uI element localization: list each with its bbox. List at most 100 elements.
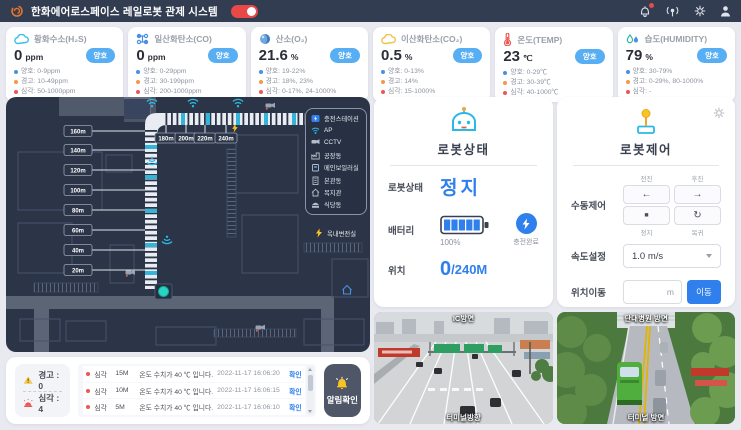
legend-item-charging: 충전스테이션 xyxy=(311,112,361,124)
alert-scrollbar[interactable] xyxy=(307,366,314,415)
confirm-link[interactable]: 확인 xyxy=(289,386,302,396)
svg-text:220m: 220m xyxy=(197,136,212,142)
battery-icon xyxy=(440,214,490,236)
move-row: 위치이동 m 이동 xyxy=(557,280,735,304)
cctv-scene-bus-road xyxy=(557,312,735,424)
scroll-up-arrow[interactable] xyxy=(308,368,312,371)
o2-sphere-icon xyxy=(259,33,271,45)
svg-text:200m: 200m xyxy=(178,136,193,142)
sensor-name: 산소(O₂) xyxy=(276,33,308,45)
camera-caption-bottom: 터미널방향 xyxy=(374,412,553,423)
battery-row: 배터리 100% 충전완료 xyxy=(374,213,553,247)
sensor-value: 23 xyxy=(503,48,520,65)
alert-confirm-button[interactable]: 알림확인 xyxy=(324,364,361,417)
severity-dot xyxy=(86,389,90,393)
forward-button[interactable]: ← xyxy=(623,185,670,204)
bell-icon[interactable] xyxy=(639,5,651,18)
sensor-value: 0.5 xyxy=(381,47,402,64)
scrollbar-thumb[interactable] xyxy=(308,375,313,391)
alert-list: 심각 15M 온도 수치가 40 ℃ 입니다. 2022-11-17 16:06… xyxy=(78,364,315,417)
forward-label: 전진 xyxy=(623,173,670,183)
charging-station-icon xyxy=(155,284,172,299)
meter-suffix: m xyxy=(667,287,674,297)
robot-icon xyxy=(446,106,482,136)
charge-status: 충전완료 xyxy=(513,237,539,247)
return-button[interactable]: ↻ xyxy=(674,206,721,225)
sensor-value: 0 xyxy=(136,47,144,64)
sensor-card-co: 일산화탄소(CO) 0ppm양호 양호: 0-29ppm 경고: 30-199p… xyxy=(128,27,245,102)
manual-control-row: 수동제어 전진 후진 ← → ■ ↻ 정지 복귀 xyxy=(557,173,735,237)
power-toggle[interactable] xyxy=(231,5,258,18)
legend-item-factory: 공장동 xyxy=(311,149,361,161)
status-badge: 양호 xyxy=(208,48,238,63)
gear-icon[interactable] xyxy=(694,5,706,17)
speed-select[interactable]: 1.0 m/s xyxy=(623,244,721,268)
substation-bolt-icon xyxy=(315,228,323,238)
alert-bar: 경고 : 0 심각 : 4 심각 15M 온도 수치가 40 ℃ 입니다. 20… xyxy=(6,357,370,424)
status-badge: 양호 xyxy=(86,48,116,63)
warning-triangle-icon xyxy=(23,375,33,385)
distance-markers-left: 160m 140m 120m 100m 80m 60m 40m 20m xyxy=(64,126,145,276)
cctv-scene-highway xyxy=(374,312,553,424)
joystick-icon xyxy=(631,106,661,136)
co-molecule-icon xyxy=(136,33,149,45)
alert-bell-icon xyxy=(334,375,350,391)
ap-legend-icon xyxy=(311,126,320,135)
severity-dot xyxy=(86,405,90,409)
app-root: 한화에어로스페이스 레일로봇 관제 시스템 황화수소(H₂S) 0ppm양호 양… xyxy=(0,0,741,430)
position-input[interactable] xyxy=(631,287,667,297)
co2-cloud-icon xyxy=(381,34,396,45)
distance-markers-top: 180m 200m 220m 240m xyxy=(155,125,237,143)
warning-count: 경고 : 0 xyxy=(23,369,62,391)
svg-text:20m: 20m xyxy=(72,268,84,274)
legend-item-cctv: CCTV xyxy=(311,137,361,149)
user-icon[interactable] xyxy=(720,5,731,17)
sensor-value: 0 xyxy=(14,47,22,64)
robot-status-title: 로봇상태 xyxy=(437,139,489,158)
thermometer-icon xyxy=(503,33,512,46)
status-badge: 양호 xyxy=(697,48,727,63)
move-button[interactable]: 이동 xyxy=(687,280,721,304)
hanwha-logo-icon xyxy=(10,4,24,18)
boiler-legend-icon xyxy=(311,163,320,172)
cctv-legend-icon xyxy=(311,138,320,147)
camera-caption-bottom: 터미널 방면 xyxy=(557,412,735,423)
scroll-down-arrow[interactable] xyxy=(308,410,312,413)
svg-text:60m: 60m xyxy=(72,228,84,234)
speed-value: 1.0 m/s xyxy=(632,251,663,262)
confirm-link[interactable]: 확인 xyxy=(289,402,302,412)
robot-status-panel: 로봇상태 로봇상태 정지 배터리 100% xyxy=(374,97,553,307)
legend-item-boiler: 메인보일러실 xyxy=(311,162,361,174)
cctv-feed-bus-road[interactable]: 단대병원 방면 터미널 방면 xyxy=(557,312,735,424)
antenna-icon[interactable] xyxy=(665,5,680,17)
legend-item-cafeteria: 식당동 xyxy=(311,199,361,211)
position-total: /240M xyxy=(451,262,487,277)
speed-row: 속도설정 1.0 m/s xyxy=(557,244,735,268)
return-label: 복귀 xyxy=(674,227,721,237)
siren-icon xyxy=(23,398,33,408)
toggle-knob xyxy=(247,7,256,16)
bell-alert-dot xyxy=(649,3,654,8)
confirm-link[interactable]: 확인 xyxy=(289,369,302,379)
alert-summary: 경고 : 0 심각 : 4 xyxy=(15,364,70,417)
control-settings-gear-icon[interactable] xyxy=(713,106,725,124)
legend-item-welfare: 복지관 xyxy=(311,186,361,198)
sensor-card-humidity: 습도(HUMIDITY) 79%양호 양호: 30-79% 경고: 0-29%,… xyxy=(618,27,735,102)
sensor-card-temp: 온도(TEMP) 23℃양호 양호: 0-29℃ 경고: 30-39℃ 심각: … xyxy=(495,27,612,102)
legend-item-main-building: 본관동 xyxy=(311,174,361,186)
svg-text:40m: 40m xyxy=(72,248,84,254)
robot-control-panel: 로봇제어 수동제어 전진 후진 ← → ■ ↻ 정지 복귀 속도설정 1.0 m… xyxy=(557,97,735,307)
humidity-drops-icon xyxy=(626,33,640,45)
camera-caption-top: IC방면 xyxy=(374,313,553,324)
backward-button[interactable]: → xyxy=(674,185,721,204)
position-row: 위치 0 /240M xyxy=(374,258,553,281)
sensor-name: 일산화탄소(CO) xyxy=(154,33,212,45)
sensor-name: 황화수소(H₂S) xyxy=(34,33,87,45)
cafeteria-legend-icon xyxy=(311,200,320,209)
cctv-feed-highway[interactable]: IC방면 터미널방향 xyxy=(374,312,553,424)
robot-control-title: 로봇제어 xyxy=(620,139,672,158)
stop-button[interactable]: ■ xyxy=(623,206,670,225)
sensor-name: 온도(TEMP) xyxy=(517,34,562,46)
factory-legend-icon xyxy=(311,151,320,160)
sensor-name: 이산화탄소(CO₂) xyxy=(401,33,462,45)
